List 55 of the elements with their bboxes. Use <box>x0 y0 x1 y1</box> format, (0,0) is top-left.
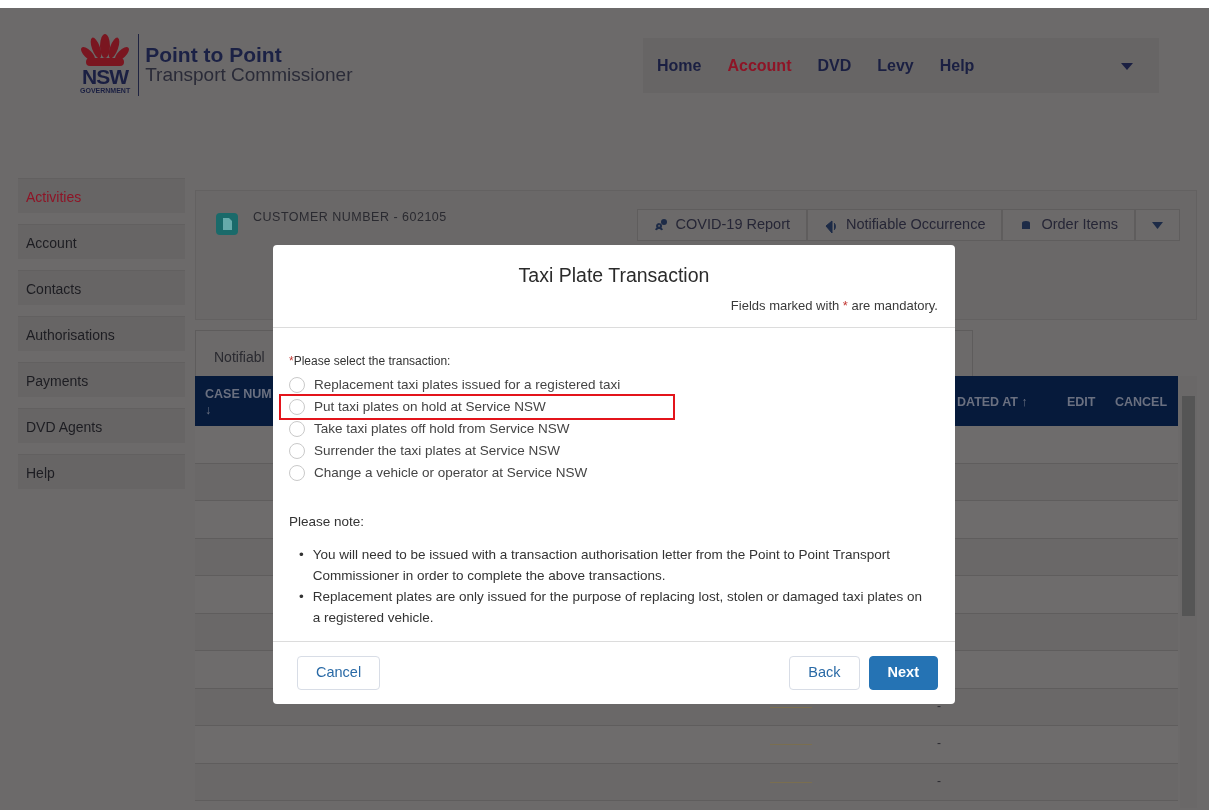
option-label[interactable]: Replacement taxi plates issued for a registered taxi <box>314 374 621 396</box>
caret-icon[interactable] <box>1121 62 1133 70</box>
sidebar-item[interactable]: Help <box>18 454 185 489</box>
column-header[interactable]: EDIT <box>1067 394 1096 411</box>
site-subtitle: Transport Commissioner <box>145 65 353 86</box>
table-cell-text: - <box>937 735 941 752</box>
sidebar-item[interactable]: DVD Agents <box>18 408 185 443</box>
nav-link[interactable]: Help <box>939 53 975 78</box>
site-title: Point to Point <box>145 44 283 66</box>
radio-button[interactable] <box>289 399 305 415</box>
option-label[interactable]: Change a vehicle or operator at Service NSW <box>314 462 588 484</box>
question-label: *Please select the transaction: <box>289 353 452 370</box>
caret-icon <box>1152 221 1163 229</box>
person-badge-icon <box>653 217 668 233</box>
more-actions-button[interactable] <box>1135 209 1180 241</box>
note-item: Replacement plates are only issued for the purpose of replacing lost, stolen or damaged taxi plates on a registered vehicle. <box>312 588 924 628</box>
table-cell-text: - <box>937 697 941 715</box>
option-label[interactable]: Put taxi plates on hold at Service NSW <box>314 396 546 418</box>
action-button[interactable]: Order Items <box>1002 209 1135 241</box>
nav-link[interactable]: Levy <box>877 53 914 78</box>
radio-button[interactable] <box>289 377 305 393</box>
record-title: CUSTOMER NUMBER - 602105 <box>253 209 447 226</box>
radio-button[interactable] <box>289 443 305 459</box>
dialog-button[interactable]: Back <box>789 656 860 690</box>
document-icon <box>216 212 238 235</box>
option-label[interactable]: Surrender the taxi plates at Service NSW <box>314 440 561 462</box>
action-button[interactable]: COVID-19 Report <box>636 209 808 241</box>
dialog-title: Taxi Plate Transaction <box>517 263 711 288</box>
megaphone-icon <box>824 217 839 233</box>
note-heading: Please note: <box>289 513 366 531</box>
sidebar-item[interactable]: Activities <box>18 178 185 213</box>
sidebar-item[interactable]: Authorisations <box>18 316 185 351</box>
nav-link[interactable]: Account <box>727 53 792 78</box>
radio-button[interactable] <box>289 465 305 481</box>
sidebar-item[interactable]: Payments <box>18 362 185 397</box>
waratah-flower-icon <box>80 34 131 67</box>
dialog-button[interactable]: Cancel <box>297 656 381 690</box>
sidebar-item[interactable]: Contacts <box>18 270 185 305</box>
tab[interactable]: Notifiabl <box>214 347 265 368</box>
action-button[interactable]: Notifiable Occurrence <box>807 209 1003 241</box>
sidebar-item[interactable]: Account <box>18 224 185 259</box>
note-item: You will need to be issued with a transaction authorisation letter from the Point to Point Transport Commissioner in order to complete the above transactions. <box>312 546 892 586</box>
nav-link[interactable]: Home <box>657 53 702 78</box>
column-header[interactable]: CASE NUM ↓ <box>205 386 272 419</box>
option-label[interactable]: Take taxi plates off hold from Service NSW <box>314 418 570 440</box>
dialog-button[interactable]: Next <box>868 656 938 690</box>
column-header[interactable]: DATED AT ↑ <box>957 394 1028 411</box>
bullet: • <box>299 588 304 607</box>
brand-mark: NSW <box>82 66 129 88</box>
mandatory-note: Fields marked with * are mandatory. <box>729 297 938 316</box>
bullet: • <box>299 546 304 565</box>
radio-button[interactable] <box>289 421 305 437</box>
nav-link[interactable]: DVD <box>817 53 852 78</box>
table-cell-text: - <box>937 772 941 790</box>
column-header[interactable]: CANCEL <box>1115 394 1168 411</box>
